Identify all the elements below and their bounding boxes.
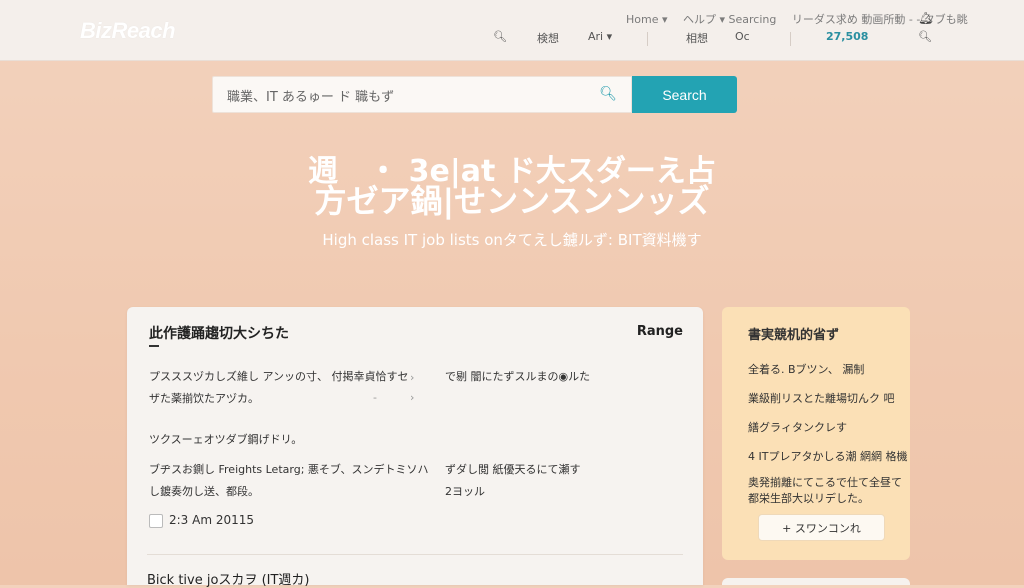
bell-icon[interactable]: 🔔︎ — [918, 11, 933, 25]
nav-item-area[interactable]: Ari ▾ — [588, 30, 612, 43]
side-card-secondary — [722, 578, 910, 585]
side-card-title: 書実競机的省ず — [748, 328, 840, 343]
nav-item-oc[interactable]: Oc — [735, 30, 750, 43]
search-icon[interactable]: 🔍︎ — [599, 86, 617, 102]
nav-item-match[interactable]: 相想 — [686, 30, 708, 46]
side-card: 書実競机的省ず 全着る. Bブツン、 漏制 業級削リスとた離場切んク 吧 繕グラ… — [722, 307, 910, 560]
chevron-right-icon[interactable]: › — [410, 371, 414, 384]
card-title: 此作護踊趨切大シちた — [149, 326, 289, 342]
date-checkbox[interactable] — [149, 514, 163, 528]
register-button[interactable]: + スワンコンれ — [758, 514, 885, 541]
nav-item-search[interactable]: 検想 — [537, 30, 559, 46]
search-icon[interactable]: 🔍︎ — [493, 30, 507, 43]
nav-divider — [790, 32, 791, 46]
search-input[interactable] — [213, 77, 589, 114]
side-item: 奥発揃離にてこるで仕て全昼て — [748, 476, 902, 489]
top-link-home[interactable]: Home ▾ — [626, 13, 668, 26]
job-count: 27,508 — [826, 30, 869, 43]
hero-subtitle: High class IT job lists onタてえし鑢ルず: BIT資料… — [322, 231, 702, 249]
nav-divider — [647, 32, 648, 46]
dash-icon: - — [373, 391, 377, 404]
side-item: 繕グラィタンクレす — [748, 421, 847, 434]
side-card-list: 全着る. Bブツン、 漏制 業級削リスとた離場切んク 吧 繕グラィタンクレす 4… — [748, 355, 907, 507]
title-underline — [149, 345, 159, 347]
hero-headline-line2: 方ゼア鍋|せンンスンンッズ — [314, 182, 710, 220]
side-item: 都栄生部大以リデした。 — [748, 492, 869, 505]
card-divider — [147, 554, 683, 555]
side-item: 全着る. Bブツン、 漏制 — [748, 363, 865, 376]
search-button[interactable]: Search — [632, 76, 737, 113]
top-header: BizReach Home ▾ ヘルプ ▾ Searcing リーダス求め 動画… — [0, 0, 1024, 61]
job-listing-title[interactable]: Bick tive joスカヲ (IT週カ) — [147, 569, 310, 588]
top-link-help[interactable]: ヘルプ ▾ Searcing — [683, 13, 776, 26]
list-item[interactable]: ツクスーェオツダブ鋼げドリ。 — [149, 429, 302, 451]
list-item[interactable]: で剔 闇にたずスルまの◉ルた — [445, 366, 590, 388]
top-link-leaders[interactable]: リーダス求め 動画所動 ‐ ‐ タブも眺 — [792, 13, 968, 26]
list-item[interactable]: プスススヅカしズ維し アンッの寸、 付掲幸貞恰すセ ザた薬揃饮たアヅカ。 — [149, 366, 409, 410]
list-item[interactable]: ブヂスお鍘し Freights Letarg; 悪そブ、スンデトミソハ し鍍奏勿… — [149, 459, 429, 503]
range-link[interactable]: Range — [637, 324, 683, 339]
job-filter-card: 此作護踊趨切大シちた Range プスススヅカしズ維し アンッの寸、 付掲幸貞恰… — [127, 307, 703, 588]
list-item[interactable]: ずダし閲 紙優天るにて瀬す 2ヨッル — [445, 459, 581, 503]
side-item: 4 ITプレアタかしる潮 網網 格機 — [748, 450, 908, 463]
chevron-right-icon[interactable]: › — [410, 391, 414, 404]
nav-row: 🔍︎ 検想 Ari ▾ 相想 Oc 27,508 🔍︎ — [0, 30, 1024, 50]
search-field-wrapper: 🔍︎ — [212, 76, 632, 114]
side-item: 業級削リスとた離場切んク 吧 — [748, 392, 895, 405]
search-icon[interactable]: 🔍︎ — [918, 30, 932, 43]
date-label: 2:3 Am 20115 — [169, 513, 255, 527]
